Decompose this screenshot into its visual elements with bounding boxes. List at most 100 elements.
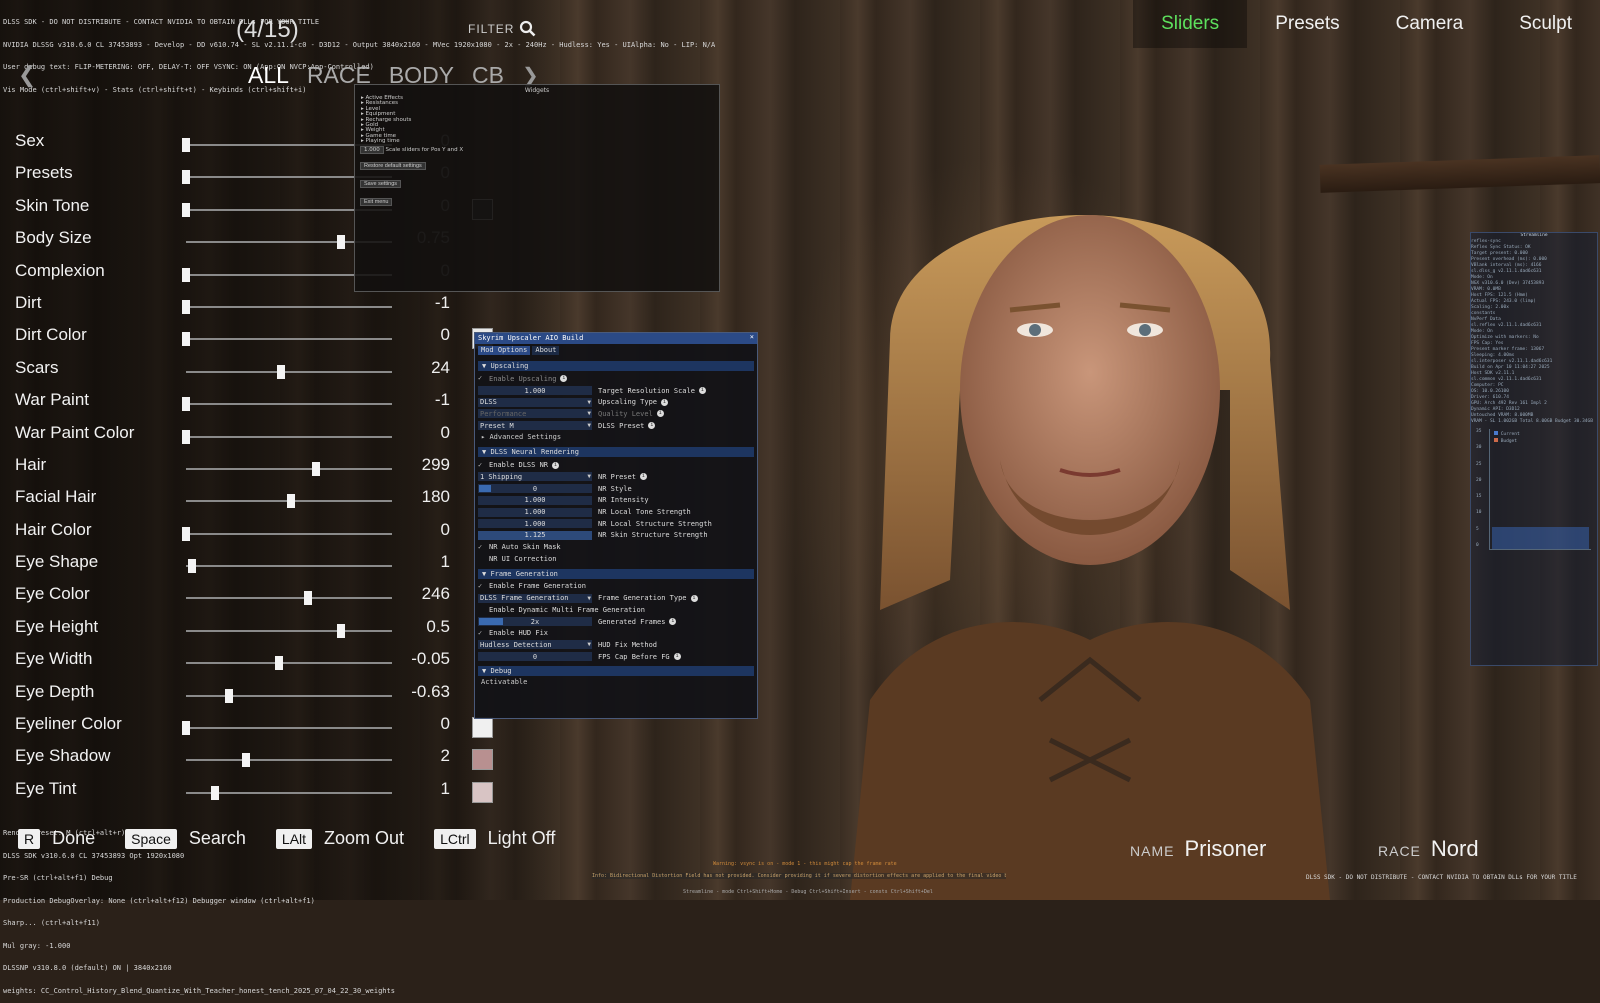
tab-sliders[interactable]: Sliders [1133, 0, 1248, 48]
key-r: R [18, 828, 41, 849]
dlss-preset-select[interactable]: Preset M ▼ [478, 421, 592, 431]
save-settings-button[interactable]: Save settings [360, 179, 402, 188]
slider-handle[interactable] [336, 623, 345, 638]
slider-track[interactable] [182, 332, 392, 347]
slider-handle[interactable] [182, 138, 190, 152]
slider-handle[interactable] [182, 526, 190, 541]
slider-label: Facial Hair [15, 487, 97, 507]
section-upscaling[interactable]: ▼ Upscaling [478, 361, 754, 371]
slider-track[interactable] [182, 299, 392, 314]
slider-track[interactable] [182, 526, 392, 541]
chevron-left-icon[interactable]: ❮ [18, 62, 36, 88]
nr-local-tone-slider[interactable]: 1.000 [478, 507, 592, 517]
slider-track[interactable] [186, 591, 392, 606]
slider-label: War Paint Color [15, 422, 135, 442]
slider-handle[interactable] [311, 461, 320, 476]
color-swatch[interactable] [472, 781, 493, 803]
dropdown-arrow-icon: ▼ [587, 422, 591, 430]
checkbox-hud-fix[interactable]: ✓ [478, 629, 485, 637]
upscaler-title-bar[interactable]: Skyrim Upscaler AIO Build × [475, 333, 757, 344]
slider-handle[interactable] [336, 235, 345, 250]
close-icon[interactable]: × [750, 333, 754, 342]
restore-defaults-button[interactable]: Restore default settings [360, 161, 426, 170]
color-swatch[interactable] [472, 717, 493, 739]
slider-track[interactable] [186, 785, 392, 800]
search-button[interactable]: Search [189, 828, 246, 849]
slider-track[interactable] [182, 429, 392, 444]
tab-presets[interactable]: Presets [1247, 0, 1367, 48]
streamline-text: Streamline - mode Ctrl+Shift+Home - Debu… [683, 889, 933, 895]
slider-handle[interactable] [276, 364, 285, 379]
slider-row: Dirt -1 [0, 290, 500, 322]
quality-level-select[interactable]: Performance ▼ [478, 409, 592, 419]
exit-menu-button[interactable]: Exit menu [360, 197, 393, 206]
slider-handle[interactable] [225, 688, 234, 703]
tab-sculpt[interactable]: Sculpt [1491, 0, 1600, 48]
checkbox-dynamic-mfg[interactable] [478, 606, 485, 613]
nr-skin-structure-slider[interactable]: 1.125 [478, 530, 592, 540]
slider-track[interactable] [186, 753, 392, 768]
slider-handle[interactable] [210, 785, 219, 800]
hud-fix-method-select[interactable]: Hudless Detection ▼ [478, 640, 592, 650]
filter-button[interactable]: FILTER [468, 20, 536, 37]
slider-handle[interactable] [287, 494, 296, 509]
advanced-settings-toggle[interactable]: ▸ Advanced Settings [475, 431, 757, 443]
slider-handle[interactable] [274, 656, 283, 671]
checkbox-auto-skin-mask[interactable]: ✓ [478, 543, 485, 551]
section-debug[interactable]: ▼ Debug [478, 666, 754, 677]
slider-track[interactable] [182, 397, 392, 412]
tab-about[interactable]: About [532, 346, 560, 355]
slider-track[interactable] [186, 656, 392, 671]
scale-input[interactable]: 1.000 [360, 145, 384, 154]
color-swatch[interactable] [472, 749, 493, 771]
slider-handle[interactable] [182, 267, 190, 282]
slider-handle[interactable] [182, 332, 190, 347]
slider-label: Eye Shape [15, 552, 99, 572]
widget-item[interactable]: ▸ Playing time [361, 138, 719, 144]
slider-value: -1 [434, 292, 450, 312]
slider-track[interactable] [186, 688, 392, 703]
slider-handle[interactable] [188, 559, 197, 574]
upscaling-type-select[interactable]: DLSS ▼ [478, 397, 592, 407]
nr-local-structure-slider[interactable]: 1.000 [478, 519, 592, 529]
fg-type-select[interactable]: DLSS Frame Generation ▼ [478, 593, 592, 603]
section-frame-generation[interactable]: ▼ Frame Generation [478, 568, 754, 579]
slider-handle[interactable] [182, 170, 190, 185]
zoom-out-button[interactable]: Zoom Out [324, 828, 404, 849]
done-button[interactable]: Done [52, 828, 95, 849]
nr-style-slider[interactable]: 0 [478, 484, 592, 494]
slider-handle[interactable] [182, 721, 190, 736]
checkbox-enable-fg[interactable]: ✓ [478, 582, 485, 590]
slider-track[interactable] [186, 623, 392, 638]
section-neural-rendering[interactable]: ▼ DLSS Neural Rendering [478, 447, 754, 458]
tab-camera[interactable]: Camera [1368, 0, 1492, 48]
slider-track[interactable] [186, 364, 392, 379]
slider-handle[interactable] [182, 397, 190, 412]
slider-value: 1 [440, 778, 450, 798]
target-scale-slider[interactable]: 1.000 [478, 386, 592, 396]
slider-handle[interactable] [182, 202, 190, 217]
checkbox-enable-upscaling[interactable]: ✓ [478, 375, 485, 382]
slider-handle[interactable] [303, 591, 312, 606]
footer-notice: DLSS SDK - DO NOT DISTRIBUTE - CONTACT N… [1306, 874, 1577, 881]
checkbox-enable-nr[interactable]: ✓ [478, 461, 485, 469]
slider-handle[interactable] [182, 429, 190, 444]
nr-preset-select[interactable]: 1 Shipping ▼ [478, 472, 592, 482]
info-icon: i [552, 461, 560, 469]
category-all[interactable]: ALL [248, 62, 289, 89]
slider-handle[interactable] [241, 753, 250, 768]
light-off-button[interactable]: Light Off [488, 828, 556, 849]
tab-mod-options[interactable]: Mod Options [478, 346, 531, 355]
slider-handle[interactable] [182, 299, 190, 314]
generated-frames-slider[interactable]: 2x [478, 617, 592, 627]
slider-row: Facial Hair 180 [0, 484, 500, 516]
slider-value: 0 [440, 422, 450, 442]
nr-intensity-slider[interactable]: 1.000 [478, 495, 592, 505]
axis-tick-label: 5 [1476, 526, 1479, 532]
slider-track[interactable] [182, 721, 392, 736]
slider-track[interactable] [186, 494, 392, 509]
fps-cap-input[interactable]: 0 [478, 652, 592, 662]
slider-track[interactable] [186, 461, 392, 476]
checkbox-ui-correction[interactable] [478, 555, 485, 562]
slider-track[interactable] [186, 559, 392, 574]
